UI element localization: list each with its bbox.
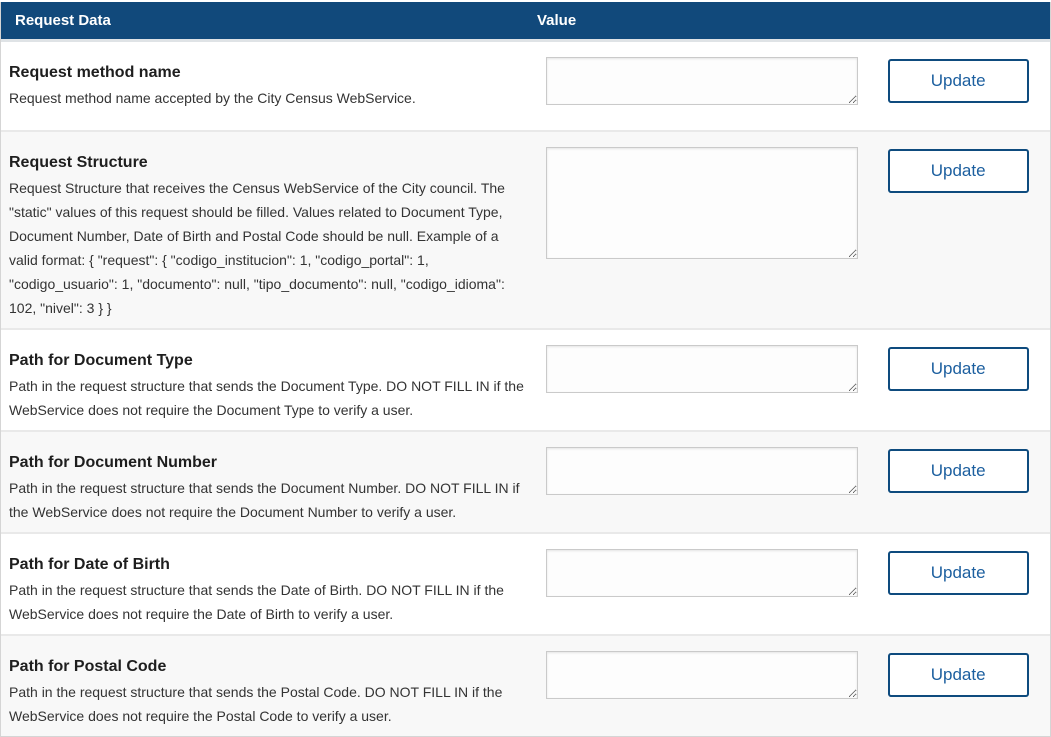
setting-value-cell	[537, 534, 866, 634]
value-textarea[interactable]	[546, 57, 858, 105]
setting-title: Path for Date of Birth	[9, 553, 527, 577]
column-header-value: Value	[537, 12, 866, 29]
setting-description: Request method name accepted by the City…	[9, 86, 527, 110]
value-textarea[interactable]	[546, 651, 858, 699]
update-button[interactable]: Update	[888, 59, 1029, 103]
table-row: Request method name Request method name …	[1, 42, 1050, 130]
setting-title: Request method name	[9, 61, 527, 85]
setting-info: Path for Date of Birth Path in the reque…	[1, 534, 537, 634]
update-button[interactable]: Update	[888, 449, 1029, 493]
setting-action-cell: Update	[866, 330, 1050, 430]
setting-description: Path in the request structure that sends…	[9, 374, 527, 422]
update-button[interactable]: Update	[888, 551, 1029, 595]
setting-info: Path for Postal Code Path in the request…	[1, 636, 537, 736]
setting-title: Path for Document Number	[9, 451, 527, 475]
update-button[interactable]: Update	[888, 149, 1029, 193]
value-textarea[interactable]	[546, 447, 858, 495]
value-textarea[interactable]	[546, 345, 858, 393]
setting-action-cell: Update	[866, 132, 1050, 328]
table-row: Request Structure Request Structure that…	[1, 130, 1050, 328]
value-textarea[interactable]	[546, 147, 858, 259]
setting-description: Path in the request structure that sends…	[9, 680, 527, 728]
setting-value-cell	[537, 330, 866, 430]
setting-value-cell	[537, 132, 866, 328]
setting-action-cell: Update	[866, 42, 1050, 130]
setting-info: Path for Document Type Path in the reque…	[1, 330, 537, 430]
setting-info: Path for Document Number Path in the req…	[1, 432, 537, 532]
setting-description: Request Structure that receives the Cens…	[9, 176, 527, 320]
table-row: Path for Postal Code Path in the request…	[1, 634, 1050, 736]
value-textarea[interactable]	[546, 549, 858, 597]
table-row: Path for Document Number Path in the req…	[1, 430, 1050, 532]
setting-description: Path in the request structure that sends…	[9, 578, 527, 626]
setting-action-cell: Update	[866, 432, 1050, 532]
setting-description: Path in the request structure that sends…	[9, 476, 527, 524]
update-button[interactable]: Update	[888, 653, 1029, 697]
setting-value-cell	[537, 636, 866, 736]
update-button[interactable]: Update	[888, 347, 1029, 391]
table-row: Path for Document Type Path in the reque…	[1, 328, 1050, 430]
setting-title: Request Structure	[9, 151, 527, 175]
settings-table: Request Data Value Request method name R…	[0, 2, 1051, 737]
setting-action-cell: Update	[866, 636, 1050, 736]
table-row: Path for Date of Birth Path in the reque…	[1, 532, 1050, 634]
setting-action-cell: Update	[866, 534, 1050, 634]
setting-info: Request method name Request method name …	[1, 42, 537, 130]
setting-info: Request Structure Request Structure that…	[1, 132, 537, 328]
setting-title: Path for Postal Code	[9, 655, 527, 679]
setting-value-cell	[537, 432, 866, 532]
table-header: Request Data Value	[1, 2, 1050, 42]
setting-title: Path for Document Type	[9, 349, 527, 373]
setting-value-cell	[537, 42, 866, 130]
column-header-request-data: Request Data	[1, 12, 537, 29]
